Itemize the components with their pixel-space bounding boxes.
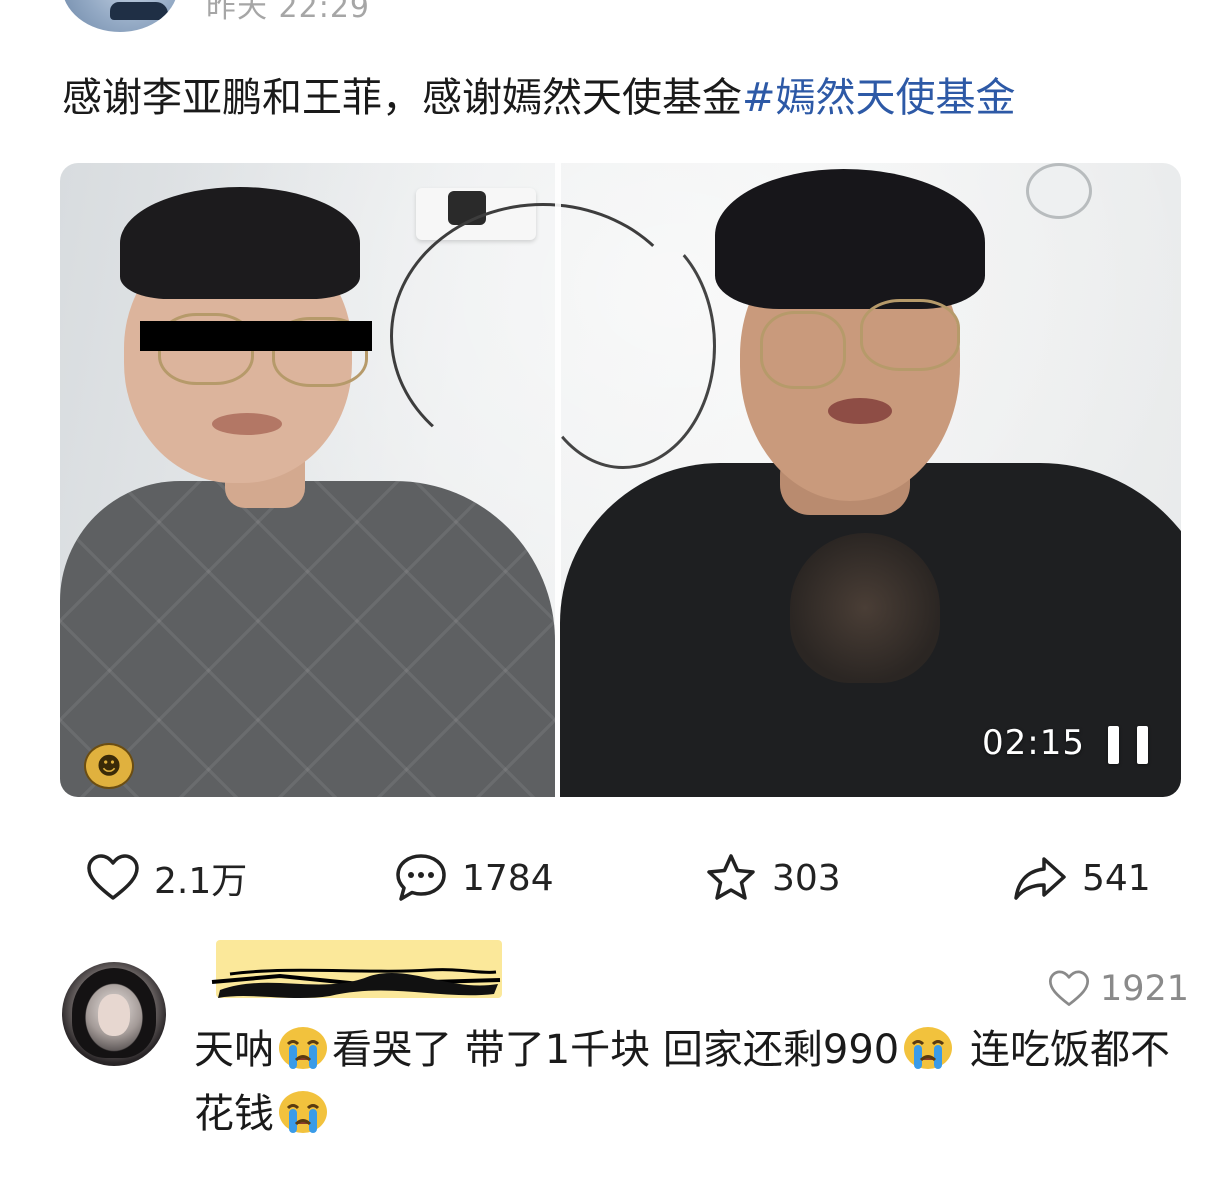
censor-bar: [140, 321, 372, 351]
favorite-button[interactable]: 303: [704, 840, 841, 916]
avatar-face-shape: [98, 994, 130, 1036]
post-page: 昨天 22:29 感谢李亚鹏和王菲，感谢嫣然天使基金#嫣然天使基金 ☻ 02:1…: [0, 0, 1224, 1202]
hair-shape: [715, 169, 985, 309]
like-button[interactable]: 2.1万: [86, 840, 247, 916]
hashtag-link[interactable]: #嫣然天使基金: [742, 75, 1016, 121]
post-timestamp: 昨天 22:29: [206, 0, 370, 25]
star-icon: [707, 854, 755, 900]
comment-text-part: 天呐: [194, 1027, 274, 1073]
mouth-shape: [828, 398, 892, 424]
share-button[interactable]: 541: [1012, 840, 1151, 916]
comment-bubble-icon: [396, 854, 446, 901]
heart-icon: [87, 854, 139, 900]
lips-shape: [212, 413, 282, 435]
comment-text-part: 看哭了 带了1千块 回家还剩990: [332, 1027, 900, 1073]
crying-emoji-icon: [279, 1027, 327, 1069]
jacket-pattern: [60, 481, 555, 797]
comment-count: 1784: [462, 857, 554, 899]
comment-like-button[interactable]: 1921: [1048, 966, 1189, 1012]
post-text: 感谢李亚鹏和王菲，感谢嫣然天使基金: [62, 75, 742, 121]
glasses-lens: [760, 311, 846, 389]
share-arrow-icon: [1014, 857, 1066, 900]
video-duration: 02:15: [982, 723, 1085, 763]
crying-emoji-icon: [904, 1027, 953, 1069]
heart-icon: [1048, 970, 1090, 1006]
share-count: 541: [1082, 857, 1151, 899]
lace-collar-shape: [790, 533, 940, 683]
author-avatar[interactable]: [62, 0, 178, 32]
hair-shape: [120, 187, 360, 299]
car-image: [110, 2, 168, 20]
comment-like-count: 1921: [1100, 969, 1190, 1009]
video-player[interactable]: ☻ 02:15: [60, 163, 1181, 797]
post-author-row: [62, 0, 178, 32]
like-count: 2.1万: [154, 861, 248, 902]
glasses-lens: [860, 299, 960, 371]
post-action-bar: 2.1万 1784 303 541: [0, 840, 1224, 916]
crying-emoji-icon: [279, 1091, 327, 1133]
username-redaction-scribble: [211, 968, 501, 998]
post-body: 感谢李亚鹏和王菲，感谢嫣然天使基金#嫣然天使基金: [62, 70, 1016, 126]
comment-body: 天呐 看哭了 带了1千块 回家还剩990 连吃饭都不花钱: [194, 1018, 1184, 1146]
pause-icon[interactable]: [1108, 726, 1148, 764]
smiley-sticker-icon: ☻: [84, 743, 134, 789]
favorite-count: 303: [772, 857, 841, 899]
commenter-avatar[interactable]: [62, 962, 166, 1066]
comment-button[interactable]: 1784: [394, 840, 554, 916]
wall-clock-image: [1026, 163, 1092, 219]
